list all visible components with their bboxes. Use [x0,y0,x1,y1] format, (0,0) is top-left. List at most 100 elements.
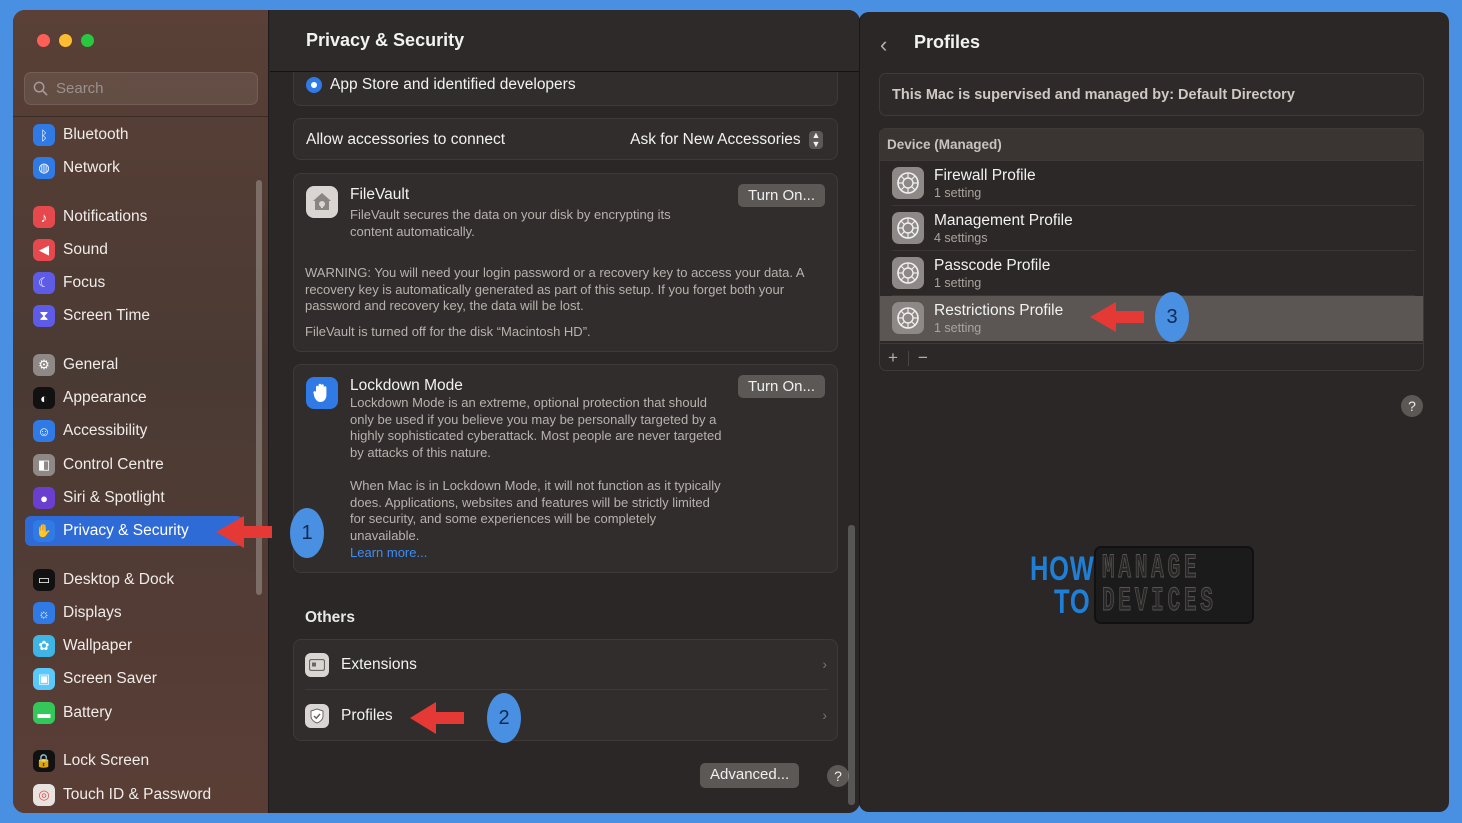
step-badge-1: 1 [290,508,324,558]
screensaver-icon: ▣ [33,668,55,690]
sidebar-item-notifications[interactable]: ♪ Notifications [25,202,243,232]
back-chevron-icon[interactable]: ‹ [880,32,887,58]
sidebar-item-sound[interactable]: ◀ Sound [25,235,243,265]
sidebar-item-displays[interactable]: ☼ Displays [25,598,243,628]
profile-row[interactable]: Restrictions Profile 1 setting [880,296,1423,341]
zoom-window-button[interactable] [81,34,94,47]
app-store-radio-option[interactable]: App Store and identified developers [306,76,576,94]
filevault-card: FileVault FileVault secures the data on … [293,173,838,352]
filevault-description: FileVault secures the data on your disk … [350,207,671,239]
sidebar-item-network[interactable]: ◍ Network [25,153,243,183]
list-footer: + − [880,343,1423,370]
sidebar-item-label: Touch ID & Password [63,786,212,803]
red-arrow-3 [1090,302,1144,332]
sidebar-item-lock-screen[interactable]: 🔒 Lock Screen [25,746,243,776]
profile-name: Firewall Profile [934,167,1036,184]
sidebar-item-desktop-dock[interactable]: ▭ Desktop & Dock [25,565,243,595]
lock-icon: 🔒 [33,750,55,772]
add-profile-button[interactable]: + [888,348,898,368]
sidebar-item-label: Desktop & Dock [63,571,175,588]
accessories-value: Ask for New Accessories [630,131,801,149]
profile-name: Management Profile [934,212,1073,229]
section-header: Device (Managed) [880,129,1423,161]
hourglass-icon: ⧗ [33,305,55,327]
others-heading: Others [305,609,355,626]
sidebar-item-screen-saver[interactable]: ▣ Screen Saver [25,664,243,694]
sidebar-item-label: Screen Time [63,307,151,324]
filevault-turn-on-button[interactable]: Turn On... [738,184,825,207]
app-store-card: App Store and identified developers [293,72,838,106]
help-button[interactable]: ? [827,765,849,787]
settings-gear-icon [892,257,924,289]
accessories-popup[interactable]: Ask for New Accessories ▲ ▼ [630,131,823,149]
settings-gear-icon [892,302,924,334]
learn-more-link[interactable]: Learn more... [350,545,427,560]
others-card: Extensions › Profiles › [293,639,838,741]
sidebar-item-focus[interactable]: ☾ Focus [25,268,243,298]
profiles-title: Profiles [914,32,981,52]
accessories-card: Allow accessories to connect Ask for New… [293,118,838,160]
accessibility-icon: ☺ [33,420,55,442]
bluetooth-icon: ᛒ [33,124,55,146]
sidebar-item-label: Displays [63,604,122,621]
profile-row[interactable]: Firewall Profile 1 setting [880,161,1423,206]
sidebar-item-appearance[interactable]: ◐ Appearance [25,383,243,413]
profile-row[interactable]: Passcode Profile 1 setting [880,251,1423,296]
chevron-right-icon: › [822,707,827,723]
hand-icon: ✋ [33,520,55,542]
step-badge-3: 3 [1155,292,1189,342]
profile-name: Restrictions Profile [934,302,1064,319]
accessories-label: Allow accessories to connect [306,131,506,148]
sidebar-item-battery[interactable]: ▬ Battery [25,698,243,728]
sidebar-item-control-centre[interactable]: ◧ Control Centre [25,450,243,480]
sidebar-item-accessibility[interactable]: ☺ Accessibility [25,416,243,446]
advanced-button[interactable]: Advanced... [700,763,800,788]
search-icon [33,81,48,96]
profiles-window: ‹ Profiles This Mac is supervised and ma… [859,12,1449,812]
extensions-icon [305,653,329,677]
content-scrollbar[interactable] [848,525,855,805]
sidebar-item-bluetooth[interactable]: ᛒ Bluetooth [25,120,243,150]
red-arrow-1 [216,516,272,548]
sidebar-item-label: Appearance [63,389,147,406]
profiles-help-button[interactable]: ? [1401,395,1423,417]
search-input[interactable] [56,80,246,97]
minimize-window-button[interactable] [59,34,72,47]
profile-row[interactable]: Management Profile 4 settings [880,206,1423,251]
fingerprint-icon: ◎ [33,784,55,806]
sidebar-item-wallpaper[interactable]: ✿ Wallpaper [25,631,243,661]
sidebar-item-touch-id-password[interactable]: ◎ Touch ID & Password [25,780,243,810]
sidebar-item-screen-time[interactable]: ⧗ Screen Time [25,301,243,331]
filevault-house-icon [306,186,338,218]
sidebar-item-label: Privacy & Security [63,522,189,539]
sidebar-item-label: General [63,356,119,373]
sidebar-item-label: Bluetooth [63,126,129,143]
lockdown-turn-on-button[interactable]: Turn On... [738,375,825,398]
profile-settings-count: 1 setting [934,186,982,200]
footer-divider [908,351,909,366]
step-badge-2: 2 [487,693,521,743]
sidebar-item-label: Network [63,159,120,176]
profiles-check-icon [305,704,329,728]
appearance-icon: ◐ [33,387,55,409]
supervision-notice: This Mac is supervised and managed by: D… [879,73,1424,116]
sidebar-item-label: Siri & Spotlight [63,489,165,506]
remove-profile-button[interactable]: − [918,348,928,368]
sidebar-item-general[interactable]: ⚙ General [25,350,243,380]
extensions-row[interactable]: Extensions › [294,640,839,690]
moon-icon: ☾ [33,272,55,294]
sidebar-item-siri-spotlight[interactable]: ● Siri & Spotlight [25,483,243,513]
close-window-button[interactable] [37,34,50,47]
gear-icon: ⚙ [33,354,55,376]
settings-gear-icon [892,212,924,244]
sidebar-item-label: Wallpaper [63,637,133,654]
search-field[interactable] [24,72,258,105]
sidebar-item-label: Battery [63,704,113,721]
profiles-row[interactable]: Profiles › [294,691,839,741]
pane-header: Privacy & Security [270,10,860,72]
logo-devices: DEVICES [1102,583,1217,622]
profile-settings-count: 4 settings [934,231,988,245]
battery-icon: ▬ [33,702,55,724]
lockdown-hand-icon [306,377,338,409]
sidebar-item-privacy-security[interactable]: ✋ Privacy & Security [25,516,243,546]
